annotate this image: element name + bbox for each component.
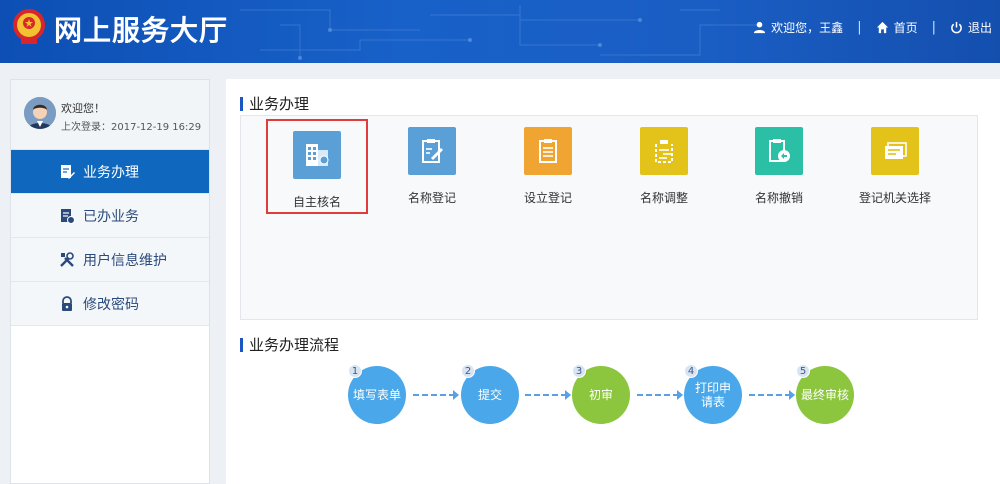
flow-title-label: 业务办理流程 — [249, 336, 340, 354]
flow-arrow — [413, 390, 459, 400]
flow-step: 3 初审 — [572, 364, 630, 424]
flow-step-label: 提交 — [477, 388, 502, 402]
service-label: 名称调整 — [639, 191, 688, 205]
services-section-title: 业务办理 — [240, 93, 309, 114]
process-flow: 1 填写表单 2 提交 3 初审 4 打印申请表 5 最终审核 — [226, 364, 1000, 436]
flow-step-number: 4 — [684, 364, 698, 378]
flow-section-title: 业务办理流程 — [240, 334, 339, 355]
main-panel: 业务办理 自主核名 名称登记 设立登记 名称调整 名称撤销 登记机关选择 业务办… — [226, 79, 1000, 484]
service-label: 登记机关选择 — [858, 191, 931, 205]
tools-icon — [60, 251, 74, 267]
sidebar: 欢迎您！ 上次登录：2017-12-19 16:29 业务办理 已办业务 用户信… — [10, 79, 210, 484]
title-accent-bar — [240, 96, 243, 111]
service-label: 名称登记 — [407, 191, 456, 205]
lock-icon — [62, 295, 72, 311]
flow-arrow — [637, 390, 683, 400]
sidebar-item-label: 已办业务 — [83, 208, 139, 225]
title-accent-bar — [240, 337, 243, 352]
service-label: 名称撤销 — [754, 191, 803, 205]
clipboard-edit-icon — [408, 127, 456, 175]
document-check-icon — [61, 208, 75, 224]
sidebar-item-business[interactable]: 业务办理 — [11, 150, 209, 194]
logout-link-label: 退出 — [967, 20, 992, 35]
flow-step: 5 最终审核 — [796, 364, 854, 424]
service-registration-authority[interactable]: 登记机关选择 — [844, 127, 946, 213]
user-icon — [754, 21, 766, 33]
top-header: 网上服务大厅 欢迎您，王鑫 | 首页 | 退出 — [0, 0, 1000, 63]
sidebar-item-user-info[interactable]: 用户信息维护 — [11, 238, 209, 282]
flow-step-label: 最终审核 — [800, 388, 849, 402]
flow-step: 4 打印申请表 — [684, 364, 742, 424]
header-separator: | — [857, 19, 862, 35]
clipboard-list-icon — [524, 127, 572, 175]
flow-step-number: 3 — [572, 364, 586, 378]
sidebar-item-label: 修改密码 — [83, 296, 139, 313]
services-title-label: 业务办理 — [249, 95, 310, 113]
header-separator: | — [931, 19, 936, 35]
sidebar-item-completed[interactable]: 已办业务 — [11, 194, 209, 238]
edit-document-icon — [61, 164, 75, 179]
service-self-name-check[interactable]: 自主核名 — [266, 119, 368, 214]
service-label: 自主核名 — [292, 195, 341, 209]
building-name-icon — [293, 131, 341, 179]
service-name-cancellation[interactable]: 名称撤销 — [728, 127, 830, 213]
sidebar-item-label: 业务办理 — [83, 164, 139, 181]
avatar — [24, 97, 56, 129]
flow-step-number: 2 — [461, 364, 475, 378]
service-establish-registration[interactable]: 设立登记 — [497, 127, 599, 213]
flow-step-label: 填写表单 — [352, 388, 401, 402]
flow-step-number: 1 — [348, 364, 362, 378]
flow-arrow — [525, 390, 571, 400]
clipboard-adjust-icon — [640, 127, 688, 175]
home-link[interactable]: 首页 — [876, 19, 918, 36]
flow-arrow — [749, 390, 795, 400]
service-label: 设立登记 — [523, 191, 572, 205]
flow-step-number: 5 — [796, 364, 810, 378]
sidebar-item-password[interactable]: 修改密码 — [11, 282, 209, 326]
sidebar-welcome-text: 欢迎您！ — [61, 102, 105, 115]
clipboard-undo-icon — [755, 127, 803, 175]
national-emblem-icon — [13, 9, 45, 44]
last-login-text: 上次登录：2017-12-19 16:29 — [61, 122, 202, 133]
user-info-box: 欢迎您！ 上次登录：2017-12-19 16:29 — [11, 80, 209, 150]
service-name-registration[interactable]: 名称登记 — [381, 127, 483, 213]
header-user-nav: 欢迎您，王鑫 | 首页 | 退出 — [753, 16, 992, 38]
cards-icon — [871, 127, 919, 175]
flow-step-label: 初审 — [588, 388, 613, 402]
home-link-label: 首页 — [893, 20, 918, 35]
sidebar-item-label: 用户信息维护 — [83, 252, 167, 269]
welcome-user-label: 欢迎您，王鑫 — [771, 20, 844, 35]
logout-link[interactable]: 退出 — [950, 19, 992, 36]
home-icon — [876, 21, 888, 33]
flow-step: 2 提交 — [461, 364, 519, 424]
flow-step-label: 打印申请表 — [695, 381, 732, 409]
flow-step: 1 填写表单 — [348, 364, 406, 424]
power-icon — [951, 21, 962, 33]
service-name-adjustment[interactable]: 名称调整 — [613, 127, 715, 213]
site-title: 网上服务大厅 — [54, 14, 229, 47]
welcome-user[interactable]: 欢迎您，王鑫 — [753, 19, 843, 36]
